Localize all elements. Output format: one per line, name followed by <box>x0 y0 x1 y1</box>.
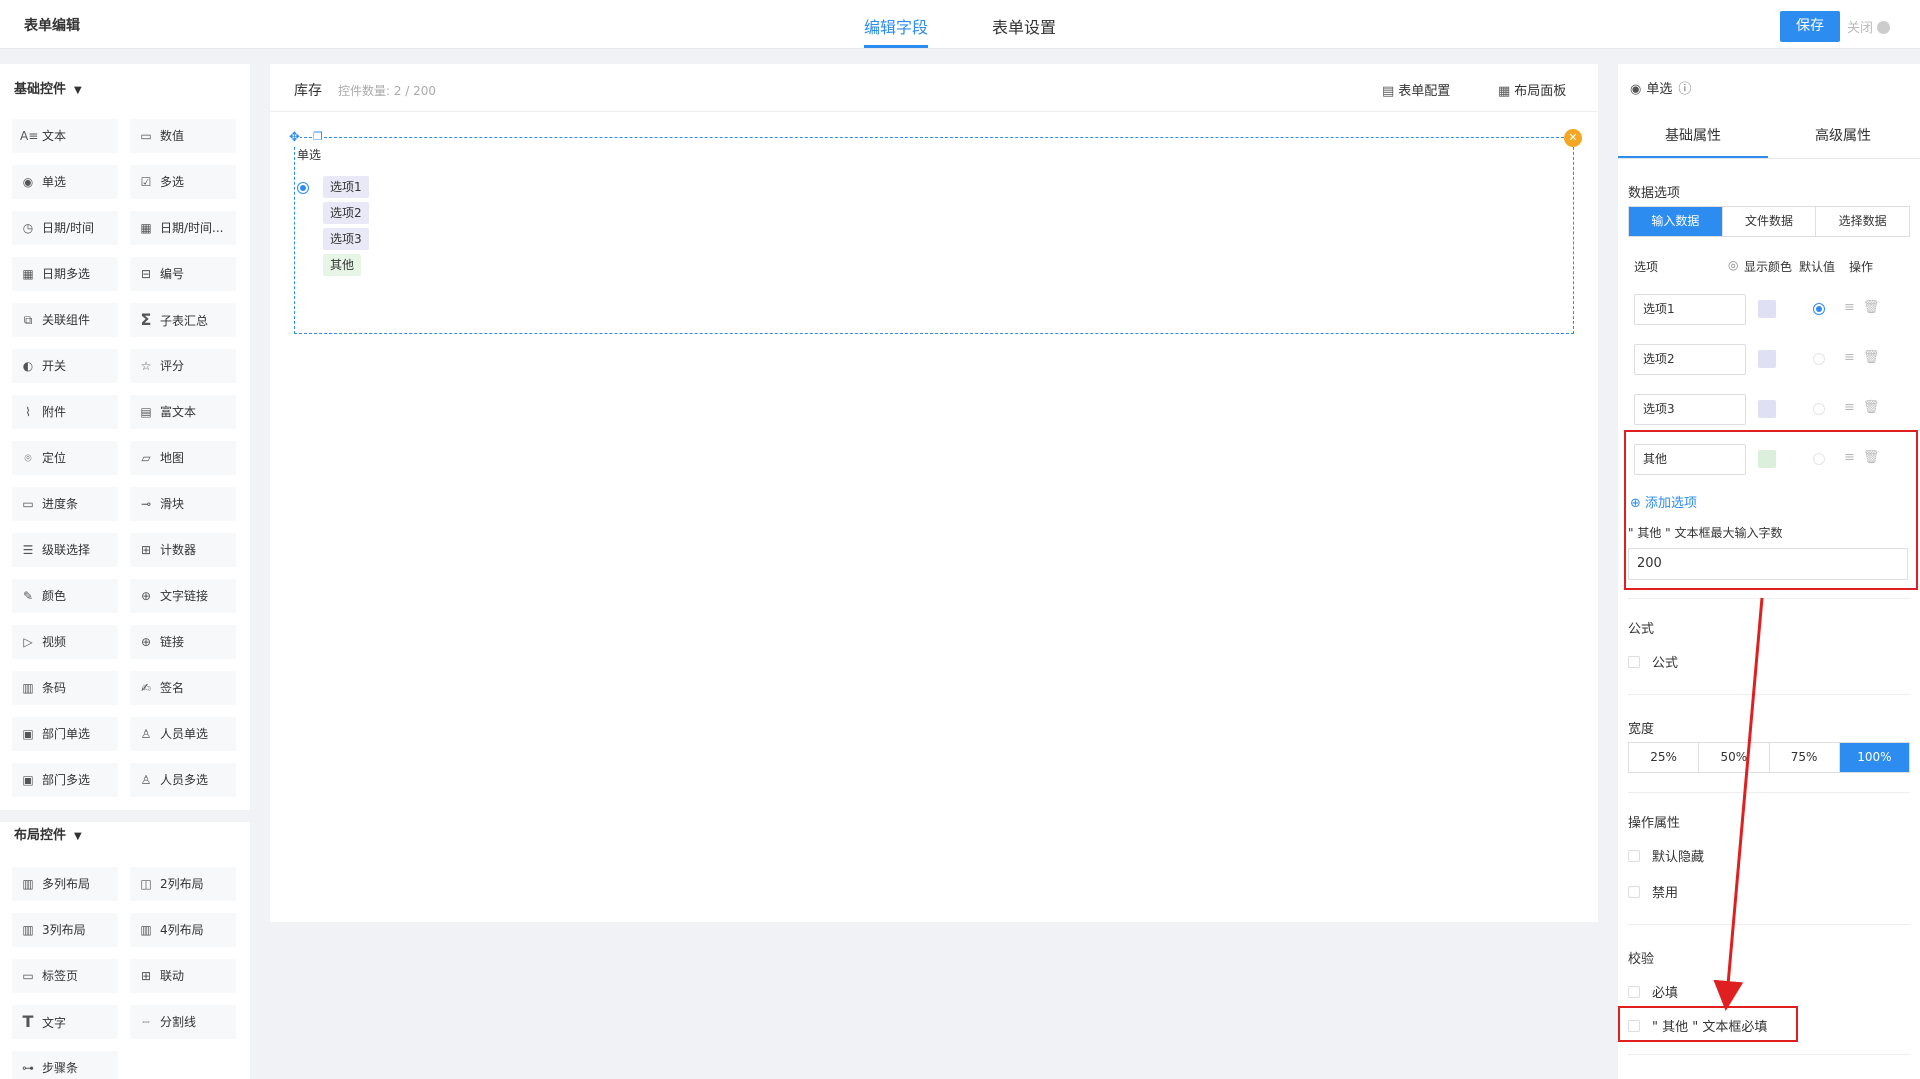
annotation-arrow <box>1713 597 1764 1011</box>
